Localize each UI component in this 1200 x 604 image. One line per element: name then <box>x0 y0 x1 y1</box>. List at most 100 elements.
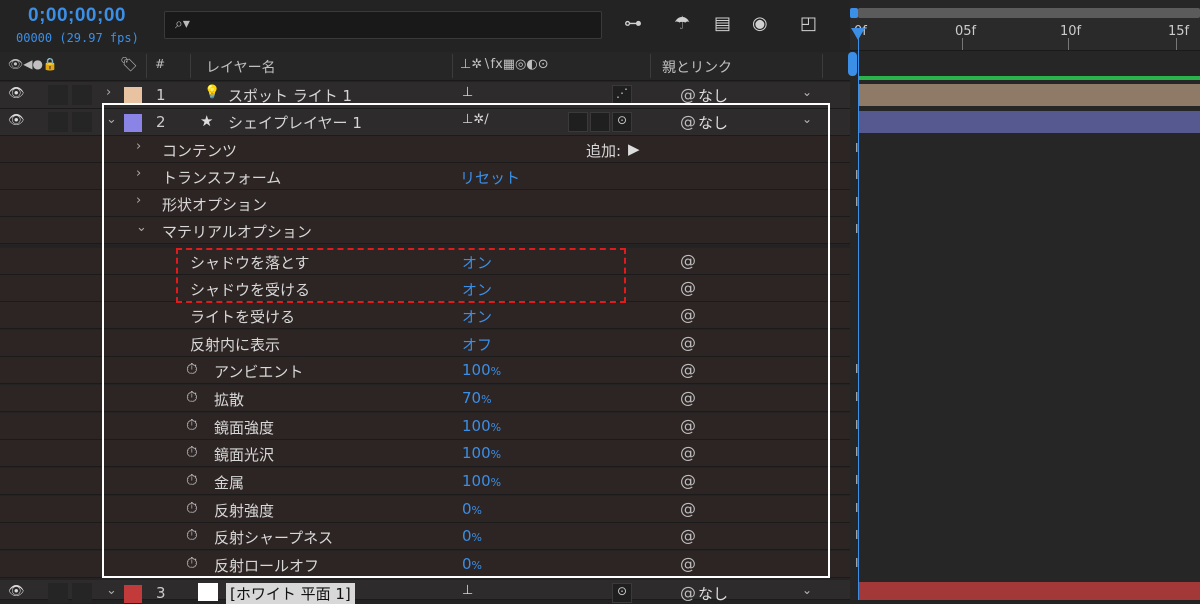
stopwatch-icon[interactable]: ⏱ <box>186 388 198 406</box>
layer-name[interactable]: シェイプレイヤー 1 <box>228 112 362 133</box>
chevron-right-icon[interactable]: › <box>136 139 141 154</box>
prop-value[interactable]: 100% <box>462 417 501 435</box>
stopwatch-icon[interactable]: ⏱ <box>186 416 198 434</box>
layer-bar-3[interactable] <box>859 582 1200 600</box>
composition-flowchart-icon[interactable]: ⊶ <box>624 13 642 34</box>
motion-blur-switch[interactable] <box>590 112 610 132</box>
playhead-icon[interactable] <box>851 28 865 40</box>
layer-row-2[interactable]: 👁 ⌄ 2 ★ シェイプレイヤー 1 ⊥✲∕ ⊙ @ なし ⌄ <box>0 109 850 136</box>
audio-switch[interactable] <box>48 112 68 132</box>
time-ruler[interactable] <box>850 16 1200 51</box>
shy-switch-icon[interactable]: ⊥ <box>462 583 473 598</box>
lock-switch[interactable] <box>72 583 92 603</box>
stopwatch-icon[interactable]: ⏱ <box>186 360 198 378</box>
prop-row[interactable]: ⏱ アンビエント 100% @ <box>0 357 850 384</box>
prop-row[interactable]: シャドウを落とす オン @ <box>0 248 850 275</box>
eye-icon[interactable]: 👁 <box>8 86 25 101</box>
layer-name[interactable]: [ホワイト 平面 1] <box>226 583 355 604</box>
stopwatch-icon[interactable]: ⏱ <box>186 499 198 517</box>
chevron-right-icon[interactable]: › <box>136 166 141 181</box>
group-row-contents[interactable]: › コンテンツ 追加: ▶ <box>0 136 850 163</box>
prop-value[interactable]: オン <box>462 306 492 327</box>
switches-column-header[interactable]: ⊥✲∖fx▦◎◐⊙ <box>460 57 549 72</box>
3d-layer-switch[interactable]: ⊙ <box>612 583 632 603</box>
pickwhip-icon[interactable]: @ <box>680 360 696 379</box>
prop-row[interactable]: 反射内に表示 オフ @ <box>0 330 850 357</box>
pickwhip-icon[interactable]: @ <box>680 471 696 490</box>
prop-value[interactable]: 0% <box>462 527 482 545</box>
prop-row[interactable]: ⏱ 反射シャープネス 0% @ <box>0 523 850 550</box>
stopwatch-icon[interactable]: ⏱ <box>186 554 198 572</box>
pickwhip-icon[interactable]: @ <box>680 251 696 270</box>
prop-row[interactable]: ⏱ 拡散 70% @ <box>0 385 850 412</box>
parent-dropdown[interactable]: なし ⌄ <box>686 582 818 604</box>
chevron-right-icon[interactable]: › <box>106 85 111 100</box>
stopwatch-icon[interactable]: ⏱ <box>186 443 198 461</box>
group-row-transform[interactable]: › トランスフォーム リセット <box>0 163 850 190</box>
motion-blur-icon[interactable]: ◉ <box>752 13 768 34</box>
3d-layer-switch[interactable]: ⋰ <box>612 85 632 105</box>
3d-layer-switch[interactable]: ⊙ <box>612 112 632 132</box>
prop-row[interactable]: ⏱ 鏡面光沢 100% @ <box>0 440 850 467</box>
stopwatch-icon[interactable]: ⏱ <box>186 526 198 544</box>
chevron-down-icon[interactable]: ⌄ <box>106 583 117 598</box>
prop-value[interactable]: オン <box>462 252 492 273</box>
audio-switch[interactable] <box>48 85 68 105</box>
graph-editor-icon[interactable]: ◰ <box>800 13 817 34</box>
layer-search-input[interactable]: ⌕▾ <box>164 11 602 39</box>
pickwhip-icon[interactable]: @ <box>680 278 696 297</box>
prop-value[interactable]: オン <box>462 279 492 300</box>
audio-switch[interactable] <box>48 583 68 603</box>
label-color-swatch[interactable] <box>124 114 142 132</box>
label-color-swatch[interactable] <box>124 585 142 603</box>
prop-value[interactable]: オフ <box>462 334 492 355</box>
pickwhip-icon[interactable]: @ <box>680 526 696 545</box>
prop-row[interactable]: ⏱ 反射強度 0% @ <box>0 496 850 523</box>
timeline-panel[interactable]: 0f 05f 10f 15f I I I I I I I I I I I I <box>850 0 1200 600</box>
work-area-start-handle[interactable] <box>850 8 858 18</box>
chevron-right-icon[interactable]: › <box>136 193 141 208</box>
prop-row[interactable]: ⏱ 反射ロールオフ 0% @ <box>0 551 850 578</box>
pickwhip-icon[interactable]: @ <box>680 554 696 573</box>
work-area-bar[interactable] <box>858 8 1200 18</box>
playhead-line[interactable] <box>858 32 859 600</box>
pickwhip-icon[interactable]: @ <box>680 305 696 324</box>
chevron-down-icon[interactable]: ⌄ <box>106 112 117 127</box>
prop-value[interactable]: 100% <box>462 444 501 462</box>
add-menu-icon[interactable]: ▶ <box>628 140 640 158</box>
label-icon[interactable]: 🏷 <box>120 57 138 73</box>
prop-value[interactable]: 70% <box>462 389 492 407</box>
av-features-icon[interactable]: 👁◀●🔒 <box>8 57 58 71</box>
eye-icon[interactable]: 👁 <box>8 113 25 128</box>
shy-switch-icon[interactable]: ⊥✲∕ <box>462 112 489 127</box>
pickwhip-icon[interactable]: @ <box>680 499 696 518</box>
layer-row-1[interactable]: 👁 › 1 💡 スポット ライト 1 ⊥ ⋰ @ なし ⌄ <box>0 82 850 109</box>
shy-switch-icon[interactable]: ⊥ <box>462 85 473 100</box>
layer-bar-2[interactable] <box>859 111 1200 133</box>
current-time-display[interactable]: 0;00;00;00 <box>28 5 126 27</box>
adjustment-switch[interactable] <box>568 112 588 132</box>
frame-blending-icon[interactable]: ▤ <box>714 13 731 34</box>
group-row-geometry[interactable]: › 形状オプション <box>0 190 850 217</box>
pickwhip-icon[interactable]: @ <box>680 388 696 407</box>
layer-name[interactable]: スポット ライト 1 <box>228 85 352 106</box>
reset-link[interactable]: リセット <box>460 167 520 188</box>
parent-dropdown[interactable]: なし ⌄ <box>686 84 818 106</box>
prop-row[interactable]: シャドウを受ける オン @ <box>0 275 850 302</box>
shy-layers-icon[interactable]: ☂ <box>674 13 690 34</box>
pickwhip-icon[interactable]: @ <box>680 416 696 435</box>
prop-value[interactable]: 0% <box>462 500 482 518</box>
prop-row[interactable]: ⏱ 鏡面強度 100% @ <box>0 413 850 440</box>
prop-row[interactable]: ライトを受ける オン @ <box>0 302 850 329</box>
prop-value[interactable]: 100% <box>462 361 501 379</box>
lock-switch[interactable] <box>72 112 92 132</box>
eye-icon[interactable]: 👁 <box>8 584 25 599</box>
pickwhip-icon[interactable]: @ <box>680 443 696 462</box>
pickwhip-icon[interactable]: @ <box>680 333 696 352</box>
prop-value[interactable]: 100% <box>462 472 501 490</box>
timeline-scroll-handle[interactable] <box>848 52 857 76</box>
stopwatch-icon[interactable]: ⏱ <box>186 471 198 489</box>
number-column-header[interactable]: # <box>155 57 165 71</box>
parent-dropdown[interactable]: なし ⌄ <box>686 111 818 133</box>
prop-value[interactable]: 0% <box>462 555 482 573</box>
